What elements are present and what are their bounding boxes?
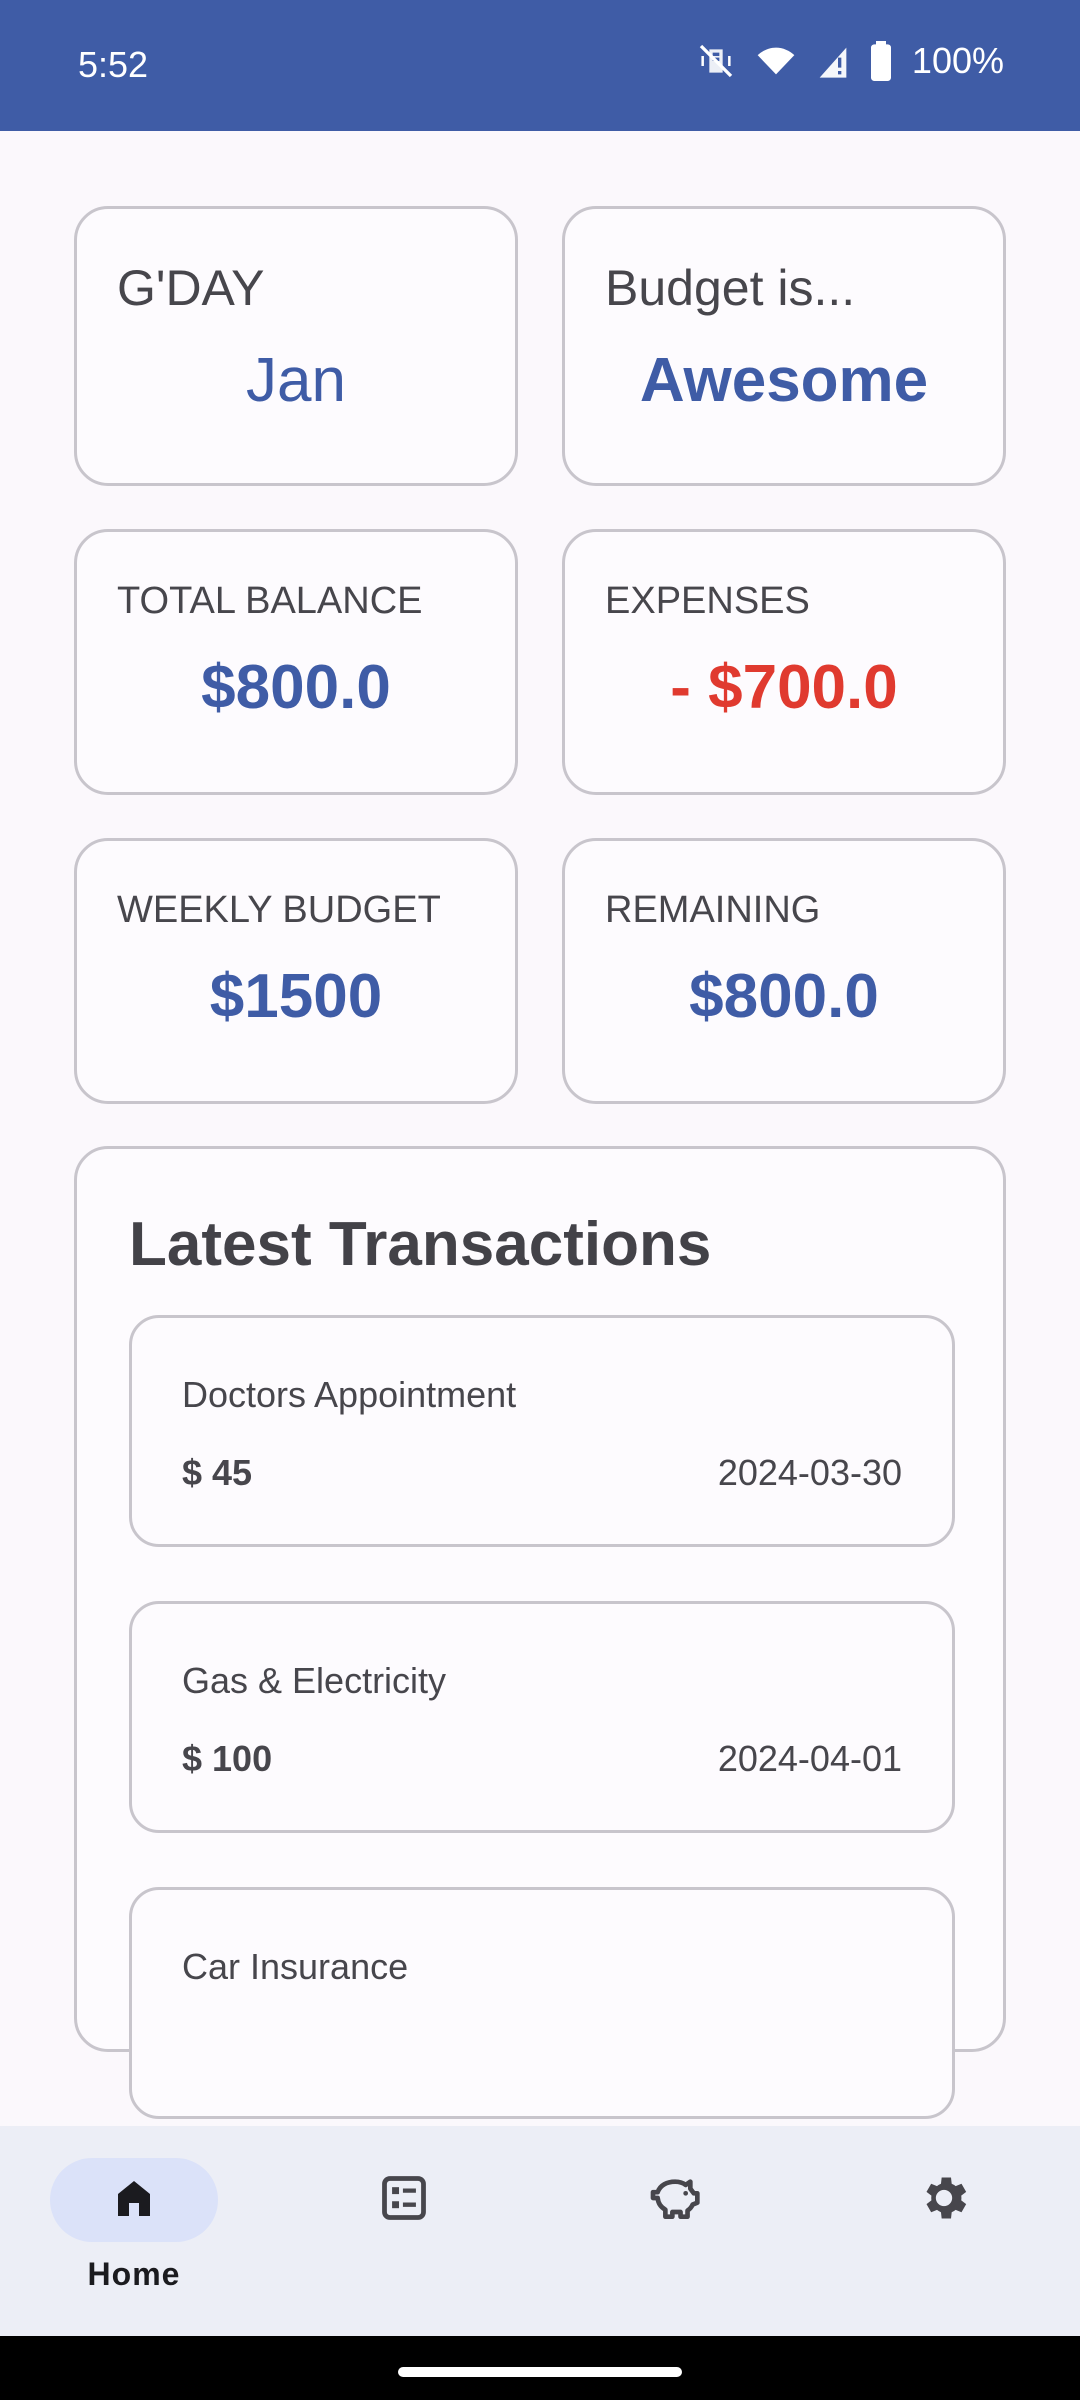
- piggy-bank-icon: [646, 2170, 702, 2231]
- remaining-label: REMAINING: [605, 889, 821, 931]
- transaction-item[interactable]: Car Insurance: [129, 1887, 955, 2119]
- budget-status-label: Budget is...: [605, 260, 856, 316]
- remaining-card: REMAINING $800.0: [562, 838, 1006, 1104]
- budget-status-card: Budget is... Awesome: [562, 206, 1006, 486]
- expenses-value: - $700.0: [670, 653, 898, 722]
- status-icons: 100%: [696, 40, 1004, 82]
- transaction-amount: $ 45: [182, 1452, 253, 1493]
- home-icon: [110, 2174, 158, 2227]
- transaction-amount: $ 100: [182, 1738, 273, 1779]
- transaction-date: 2024-03-30: [717, 1452, 902, 1493]
- battery-icon: [870, 41, 892, 81]
- transaction-item[interactable]: Doctors Appointment $ 45 2024-03-30: [129, 1315, 955, 1547]
- nav-pill: [860, 2158, 1028, 2242]
- nav-item-settings[interactable]: [860, 2158, 1028, 2308]
- weekly-budget-card: WEEKLY BUDGET $1500: [74, 838, 518, 1104]
- gesture-navigation-bar: [0, 2336, 1080, 2400]
- settings-icon: [916, 2170, 972, 2231]
- greeting-card: G'DAY Jan: [74, 206, 518, 486]
- bottom-navigation: Home: [0, 2126, 1080, 2336]
- status-time: 5:52: [78, 44, 149, 85]
- battery-percent: 100%: [911, 40, 1004, 81]
- nav-item-transactions[interactable]: [320, 2158, 488, 2308]
- wifi-icon: [756, 41, 796, 81]
- total-balance-card: TOTAL BALANCE $800.0: [74, 529, 518, 795]
- weekly-budget-label: WEEKLY BUDGET: [117, 889, 441, 931]
- gesture-handle[interactable]: [398, 2367, 682, 2377]
- transactions-list[interactable]: Doctors Appointment $ 45 2024-03-30 Gas …: [129, 1315, 955, 2147]
- list-icon: [378, 2172, 430, 2229]
- latest-transactions-panel: Latest Transactions Doctors Appointment …: [74, 1146, 1006, 2119]
- cell-signal-icon: [816, 41, 850, 81]
- expenses-label: EXPENSES: [605, 580, 810, 622]
- weekly-budget-value: $1500: [209, 962, 383, 1031]
- transaction-item[interactable]: Gas & Electricity $ 100 2024-04-01: [129, 1601, 955, 1833]
- total-balance-label: TOTAL BALANCE: [117, 580, 423, 622]
- transaction-name: Gas & Electricity: [182, 1660, 447, 1701]
- greeting-label: G'DAY: [117, 260, 265, 316]
- vibrate-off-icon: [696, 41, 736, 81]
- nav-pill: [590, 2158, 758, 2242]
- latest-transactions-title: Latest Transactions: [129, 1210, 712, 1279]
- remaining-value: $800.0: [689, 962, 879, 1031]
- expenses-card: EXPENSES - $700.0: [562, 529, 1006, 795]
- transaction-name: Car Insurance: [182, 1946, 409, 1987]
- total-balance-value: $800.0: [201, 653, 391, 722]
- user-name: Jan: [246, 346, 346, 415]
- status-bar: 5:52 100%: [0, 0, 1080, 131]
- nav-item-home[interactable]: Home: [50, 2158, 218, 2308]
- transaction-date: 2024-04-01: [717, 1738, 902, 1779]
- nav-item-savings[interactable]: [590, 2158, 758, 2308]
- nav-label-home: Home: [87, 2256, 181, 2292]
- nav-pill: [320, 2158, 488, 2242]
- budget-status-value: Awesome: [639, 346, 929, 415]
- transaction-name: Doctors Appointment: [182, 1374, 517, 1415]
- nav-active-indicator: [50, 2158, 218, 2242]
